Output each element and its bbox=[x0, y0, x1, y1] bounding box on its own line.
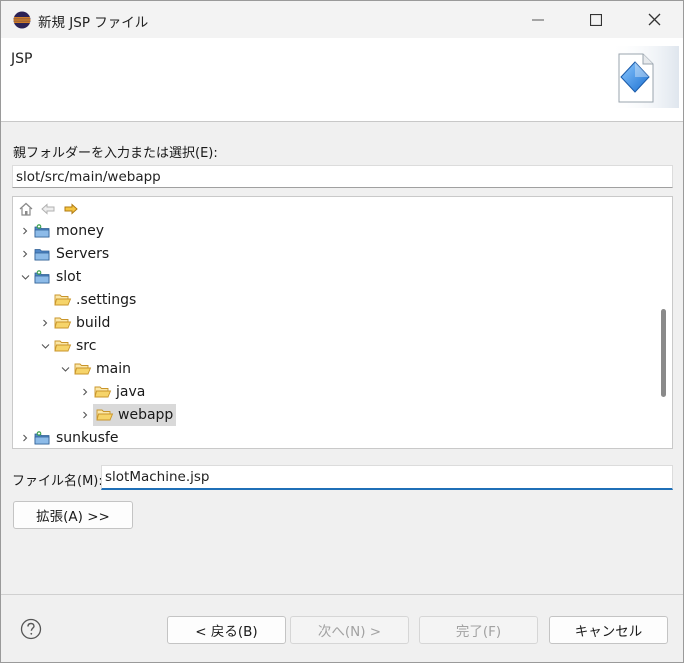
tree-item-label: build bbox=[76, 315, 111, 331]
project-folder-icon bbox=[33, 268, 53, 286]
file-name-label: ファイル名(M): bbox=[12, 474, 103, 489]
chevron-down-icon[interactable] bbox=[17, 269, 33, 285]
finish-button[interactable]: 完了(F) bbox=[419, 616, 538, 644]
forward-arrow-icon[interactable] bbox=[63, 201, 79, 217]
maximize-icon bbox=[590, 13, 602, 26]
minimize-button[interactable] bbox=[509, 1, 567, 38]
parent-folder-label: 親フォルダーを入力または選択(E): bbox=[13, 146, 218, 161]
chevron-down-icon[interactable] bbox=[57, 361, 73, 377]
chevron-right-icon[interactable] bbox=[77, 384, 93, 400]
maximize-button[interactable] bbox=[567, 1, 625, 38]
close-button[interactable] bbox=[625, 1, 683, 38]
tree-item-label: webapp bbox=[118, 407, 174, 423]
tree-item-label: sunkusfe bbox=[56, 430, 119, 446]
folder-open-icon bbox=[73, 360, 93, 378]
tree-item-label: money bbox=[56, 223, 104, 239]
file-name-input[interactable] bbox=[101, 465, 673, 490]
tree-item-slot[interactable]: slot bbox=[17, 266, 84, 288]
tree-item-sunkusfe[interactable]: sunkusfe bbox=[17, 427, 121, 448]
parent-folder-input[interactable] bbox=[12, 165, 673, 188]
separator bbox=[1, 594, 683, 595]
project-folder-icon bbox=[33, 429, 53, 447]
back-button[interactable]: < 戻る(B) bbox=[167, 616, 286, 644]
tree-item-label: slot bbox=[56, 269, 82, 285]
folder-tree: money Servers slot .settings build src m… bbox=[12, 196, 673, 449]
tree-item-build[interactable]: build bbox=[37, 312, 113, 334]
tree-item-label: main bbox=[96, 361, 131, 377]
close-icon bbox=[648, 13, 660, 26]
folder-open-icon bbox=[93, 383, 113, 401]
folder-open-icon bbox=[53, 337, 73, 355]
help-icon[interactable] bbox=[20, 618, 42, 640]
tree-item-settings[interactable]: .settings bbox=[37, 289, 139, 311]
folder-icon bbox=[53, 291, 73, 309]
scrollbar-thumb[interactable] bbox=[661, 309, 666, 397]
chevron-down-icon[interactable] bbox=[37, 338, 53, 354]
back-arrow-icon[interactable] bbox=[40, 201, 56, 217]
wizard-banner: JSP bbox=[1, 38, 683, 122]
tree-item-money[interactable]: money bbox=[17, 220, 107, 242]
minimize-icon bbox=[532, 19, 544, 20]
folder-icon bbox=[53, 314, 73, 332]
chevron-right-icon[interactable] bbox=[77, 407, 93, 423]
server-folder-icon bbox=[33, 245, 53, 263]
tree-item-label: src bbox=[76, 338, 97, 354]
tree-item-servers[interactable]: Servers bbox=[17, 243, 112, 265]
banner-title: JSP bbox=[11, 51, 33, 67]
folder-open-icon bbox=[95, 406, 115, 424]
tree-item-label: .settings bbox=[76, 292, 137, 308]
cancel-button[interactable]: キャンセル bbox=[549, 616, 668, 644]
eclipse-icon bbox=[13, 11, 31, 29]
tree-item-java[interactable]: java bbox=[77, 381, 148, 403]
advanced-button[interactable]: 拡張(A) >> bbox=[13, 501, 133, 529]
jsp-wizard-banner-icon bbox=[609, 46, 679, 108]
next-button[interactable]: 次へ(N) > bbox=[290, 616, 409, 644]
chevron-right-icon[interactable] bbox=[37, 315, 53, 331]
title-bar: 新規 JSP ファイル bbox=[1, 1, 683, 38]
tree-item-src[interactable]: src bbox=[37, 335, 99, 357]
project-folder-icon bbox=[33, 222, 53, 240]
tree-toolbar bbox=[13, 197, 672, 219]
chevron-right-icon[interactable] bbox=[17, 430, 33, 446]
vertical-scrollbar[interactable] bbox=[654, 219, 672, 448]
tree-item-label: java bbox=[116, 384, 146, 400]
tree-item-webapp[interactable]: webapp bbox=[77, 404, 177, 426]
tree-item-label: Servers bbox=[56, 246, 110, 262]
chevron-right-icon[interactable] bbox=[17, 223, 33, 239]
tree-item-main[interactable]: main bbox=[57, 358, 134, 380]
chevron-right-icon[interactable] bbox=[17, 246, 33, 262]
home-icon[interactable] bbox=[18, 201, 34, 217]
tree-viewport[interactable]: money Servers slot .settings build src m… bbox=[13, 219, 653, 448]
window-title: 新規 JSP ファイル bbox=[38, 15, 149, 31]
new-jsp-file-dialog: 新規 JSP ファイル JSP 親フォルダーを入力または選択(E): slot/… bbox=[0, 0, 684, 663]
selected-item-highlight: webapp bbox=[93, 404, 177, 426]
